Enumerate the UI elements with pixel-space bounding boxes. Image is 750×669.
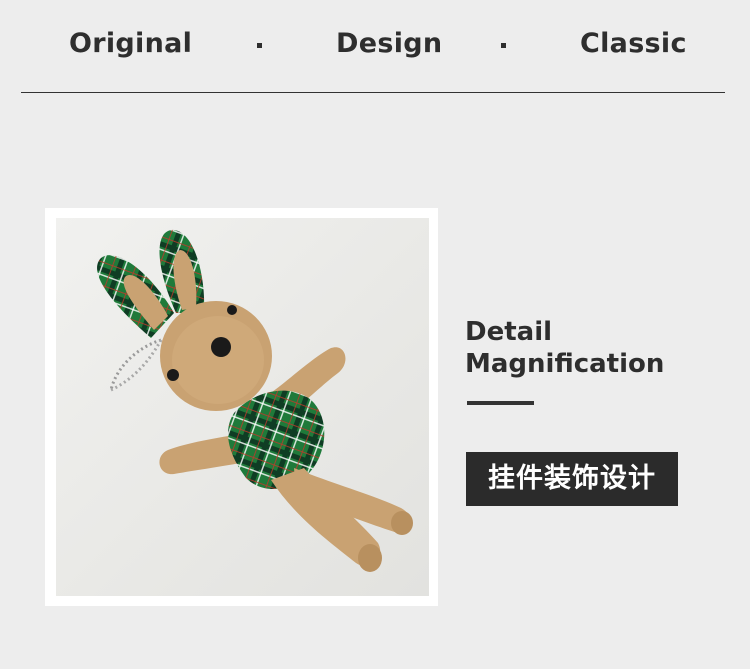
detail-underline: [467, 401, 534, 405]
product-photo: [56, 218, 429, 596]
plush-bunny-illustration: [97, 229, 413, 572]
nav-separator-dot: [257, 43, 262, 48]
product-photo-frame: [45, 208, 438, 606]
detail-title-line1: Detail: [465, 317, 553, 347]
detail-title-line2: Magnification: [465, 349, 665, 379]
nav-word-original: Original: [69, 28, 193, 59]
nav-word-classic: Classic: [580, 28, 687, 59]
detail-title: Detail Magnification: [465, 316, 664, 380]
header-divider: [21, 92, 725, 93]
top-nav: Original Design Classic: [0, 0, 750, 92]
product-tag-label: 挂件装饰设计: [466, 452, 678, 506]
nav-word-design: Design: [336, 28, 443, 59]
nav-separator-dot: [501, 43, 506, 48]
